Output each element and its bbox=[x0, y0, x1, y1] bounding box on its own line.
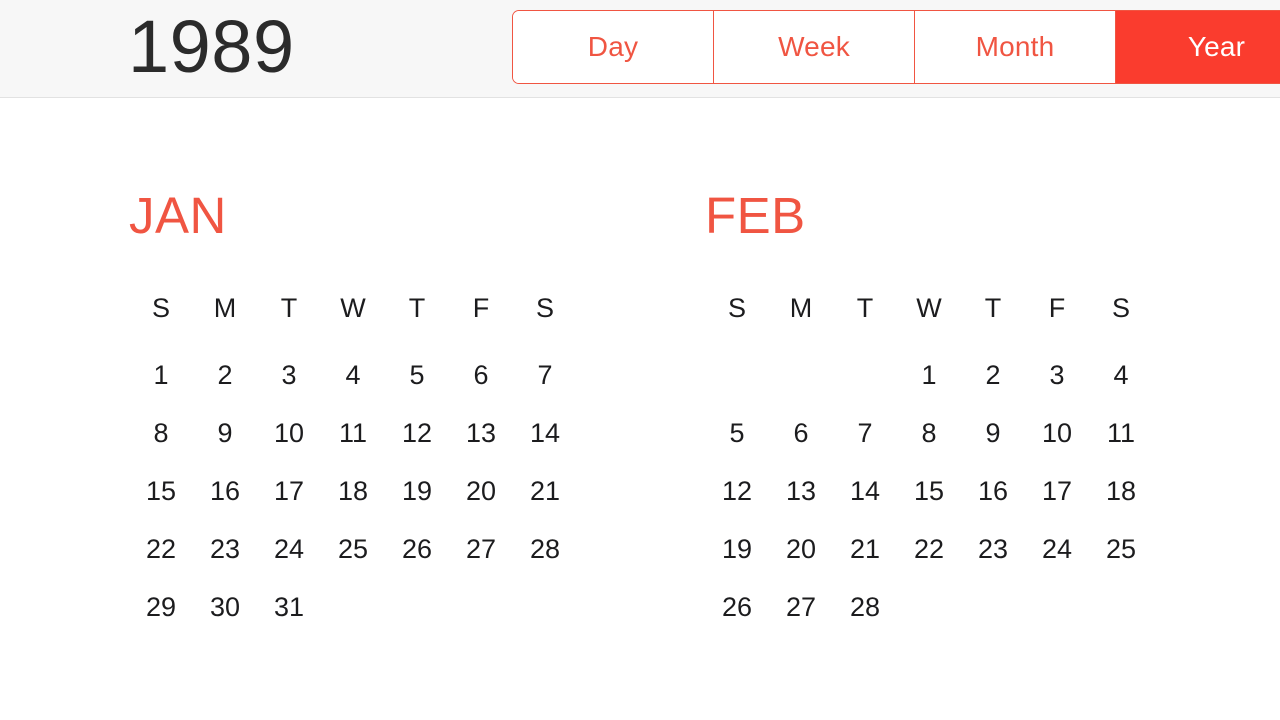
view-mode-week-button[interactable]: Week bbox=[714, 11, 915, 83]
day-cell[interactable]: 18 bbox=[321, 462, 385, 520]
day-cell[interactable]: 10 bbox=[1025, 404, 1089, 462]
weekday-header-cell: F bbox=[1048, 293, 1066, 323]
day-cell[interactable]: 24 bbox=[1025, 520, 1089, 578]
day-cell[interactable]: 17 bbox=[1025, 462, 1089, 520]
day-cell[interactable]: 3 bbox=[257, 346, 321, 404]
weekday-header-cell: M bbox=[213, 293, 237, 323]
day-cell[interactable]: 6 bbox=[769, 404, 833, 462]
days-grid: 1 2 3 4 5 6 7 8 9 10 11 12 13 14 15 16 17 18 19 20 21 22 23 24 2… bbox=[129, 346, 577, 636]
day-cell[interactable]: 21 bbox=[833, 520, 897, 578]
day-cell[interactable]: 23 bbox=[193, 520, 257, 578]
header-bar: 1989 Day Week Month Year bbox=[0, 0, 1280, 98]
view-mode-year-button[interactable]: Year bbox=[1116, 11, 1280, 83]
day-cell[interactable]: 23 bbox=[961, 520, 1025, 578]
day-cell[interactable]: 15 bbox=[129, 462, 193, 520]
day-cell[interactable]: 13 bbox=[449, 404, 513, 462]
day-cell[interactable]: 22 bbox=[897, 520, 961, 578]
day-cell[interactable]: 8 bbox=[129, 404, 193, 462]
day-cell[interactable]: 28 bbox=[833, 578, 897, 636]
month-name-label[interactable]: FEB bbox=[705, 190, 806, 241]
weekday-header-cell: S bbox=[727, 293, 746, 323]
weekday-header-cell: T bbox=[984, 293, 1002, 323]
months-container: JAN S M T W T F S 1 2 3 4 5 6 7 8 9 10 11 12 13 14 15 16 17 18 19 2… bbox=[0, 98, 1280, 720]
day-cell[interactable]: 27 bbox=[449, 520, 513, 578]
day-cell[interactable]: 13 bbox=[769, 462, 833, 520]
day-cell[interactable]: 27 bbox=[769, 578, 833, 636]
day-cell[interactable]: 26 bbox=[385, 520, 449, 578]
view-mode-month-button[interactable]: Month bbox=[915, 11, 1116, 83]
day-cell[interactable]: 25 bbox=[321, 520, 385, 578]
day-cell[interactable]: 2 bbox=[193, 346, 257, 404]
day-cell[interactable]: 21 bbox=[513, 462, 577, 520]
weekday-header-cell: M bbox=[789, 293, 813, 323]
day-cell[interactable]: 14 bbox=[833, 462, 897, 520]
weekday-header-cell: T bbox=[280, 293, 298, 323]
day-cell[interactable]: 17 bbox=[257, 462, 321, 520]
weekday-header-cell: S bbox=[151, 293, 170, 323]
day-cell[interactable]: 8 bbox=[897, 404, 961, 462]
day-cell[interactable]: 25 bbox=[1089, 520, 1153, 578]
day-cell-empty bbox=[705, 346, 769, 404]
day-cell[interactable]: 20 bbox=[769, 520, 833, 578]
month-name-label[interactable]: JAN bbox=[129, 190, 227, 241]
weekday-header-cell: S bbox=[535, 293, 554, 323]
day-cell[interactable]: 29 bbox=[129, 578, 193, 636]
day-cell[interactable]: 3 bbox=[1025, 346, 1089, 404]
day-cell[interactable]: 5 bbox=[385, 346, 449, 404]
weekday-header-cell: S bbox=[1111, 293, 1130, 323]
weekday-header-row: SMTWTFS bbox=[705, 288, 1153, 328]
weekday-header-row: SMTWTFS bbox=[129, 288, 577, 328]
day-cell[interactable]: 12 bbox=[385, 404, 449, 462]
day-cell[interactable]: 31 bbox=[257, 578, 321, 636]
weekday-header-cell: F bbox=[472, 293, 490, 323]
day-cell[interactable]: 4 bbox=[321, 346, 385, 404]
day-cell[interactable]: 11 bbox=[321, 404, 385, 462]
day-cell[interactable]: 12 bbox=[705, 462, 769, 520]
day-cell[interactable]: 19 bbox=[385, 462, 449, 520]
day-cell[interactable]: 28 bbox=[513, 520, 577, 578]
day-cell[interactable]: 19 bbox=[705, 520, 769, 578]
weekday-header-cell: W bbox=[916, 293, 942, 323]
day-cell[interactable]: 1 bbox=[129, 346, 193, 404]
day-cell[interactable]: 26 bbox=[705, 578, 769, 636]
day-cell[interactable]: 7 bbox=[833, 404, 897, 462]
day-cell[interactable]: 16 bbox=[961, 462, 1025, 520]
days-grid: 1 2 3 4 5 6 7 8 9 10 11 12 13 14 15 16 17 18 19 20 21 22 23 24 2… bbox=[705, 346, 1153, 636]
day-cell[interactable]: 9 bbox=[961, 404, 1025, 462]
weekday-header-cell: T bbox=[408, 293, 426, 323]
day-cell[interactable]: 18 bbox=[1089, 462, 1153, 520]
day-cell[interactable]: 16 bbox=[193, 462, 257, 520]
day-cell[interactable]: 10 bbox=[257, 404, 321, 462]
day-cell[interactable]: 5 bbox=[705, 404, 769, 462]
view-mode-segmented-control[interactable]: Day Week Month Year bbox=[512, 10, 1280, 84]
day-cell[interactable]: 2 bbox=[961, 346, 1025, 404]
day-cell[interactable]: 15 bbox=[897, 462, 961, 520]
day-cell-empty bbox=[769, 346, 833, 404]
weekday-header-cell: W bbox=[340, 293, 366, 323]
day-cell[interactable]: 1 bbox=[897, 346, 961, 404]
day-cell[interactable]: 24 bbox=[257, 520, 321, 578]
day-cell-empty bbox=[833, 346, 897, 404]
view-mode-day-button[interactable]: Day bbox=[513, 11, 714, 83]
weekday-header-cell: T bbox=[856, 293, 874, 323]
day-cell[interactable]: 9 bbox=[193, 404, 257, 462]
day-cell[interactable]: 6 bbox=[449, 346, 513, 404]
calendar-app: 1989 Day Week Month Year JAN S M T W T F S 1 2 3 4 5 6 7 8… bbox=[0, 0, 1280, 720]
day-cell[interactable]: 4 bbox=[1089, 346, 1153, 404]
day-cell[interactable]: 7 bbox=[513, 346, 577, 404]
day-cell[interactable]: 20 bbox=[449, 462, 513, 520]
page-title-year: 1989 bbox=[128, 5, 295, 88]
day-cell[interactable]: 22 bbox=[129, 520, 193, 578]
day-cell[interactable]: 11 bbox=[1089, 404, 1153, 462]
day-cell[interactable]: 30 bbox=[193, 578, 257, 636]
day-cell[interactable]: 14 bbox=[513, 404, 577, 462]
